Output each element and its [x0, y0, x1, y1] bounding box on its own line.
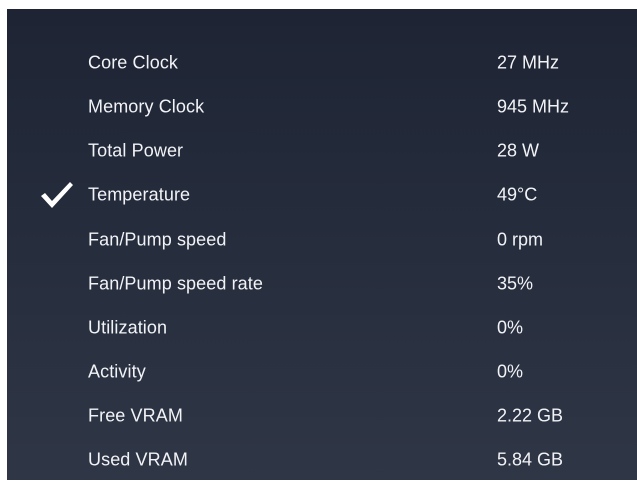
menu-item-value: 5.84 GB	[497, 449, 564, 470]
menu-item-value: 945 MHz	[497, 96, 570, 117]
checkmark-icon	[41, 182, 73, 208]
menu-item-total-power[interactable]: Total Power 28 W	[7, 129, 637, 173]
menu-item-fan-pump-speed[interactable]: Fan/Pump speed 0 rpm	[7, 218, 637, 262]
menu-item-fan-pump-speed-rate[interactable]: Fan/Pump speed rate 35%	[7, 262, 637, 306]
menu-item-value: 28 W	[497, 140, 540, 161]
menu-item-label: Core Clock	[88, 52, 179, 73]
menu-item-label: Free VRAM	[88, 405, 183, 426]
menu-item-label: Temperature	[88, 184, 191, 205]
menu-item-temperature[interactable]: Temperature 49°C	[7, 173, 637, 217]
menu-item-value: 27 MHz	[497, 52, 560, 73]
menu-item-activity[interactable]: Activity 0%	[7, 350, 637, 394]
menu-item-label: Used VRAM	[88, 449, 188, 470]
menu-item-used-vram[interactable]: Used VRAM 5.84 GB	[7, 438, 637, 482]
menu-item-label: Fan/Pump speed	[88, 229, 227, 250]
menu-item-free-vram[interactable]: Free VRAM 2.22 GB	[7, 394, 637, 438]
menu-item-memory-clock[interactable]: Memory Clock 945 MHz	[7, 85, 637, 129]
menu-item-value: 49°C	[497, 184, 538, 205]
menu-item-label: Memory Clock	[88, 96, 205, 117]
menu-item-label: Total Power	[88, 140, 184, 161]
menu-item-value: 2.22 GB	[497, 405, 564, 426]
sensor-menu: Core Clock 27 MHz Memory Clock 945 MHz T…	[7, 9, 637, 480]
menu-item-label: Fan/Pump speed rate	[88, 273, 264, 294]
menu-item-value: 0%	[497, 317, 524, 338]
menu-item-utilization[interactable]: Utilization 0%	[7, 306, 637, 350]
menu-item-label: Activity	[88, 361, 146, 382]
menu-item-value: 0 rpm	[497, 229, 544, 250]
menu-item-value: 35%	[497, 273, 534, 294]
menu-item-value: 0%	[497, 361, 524, 382]
menu-item-label: Utilization	[88, 317, 168, 338]
menu-item-core-clock[interactable]: Core Clock 27 MHz	[7, 41, 637, 85]
